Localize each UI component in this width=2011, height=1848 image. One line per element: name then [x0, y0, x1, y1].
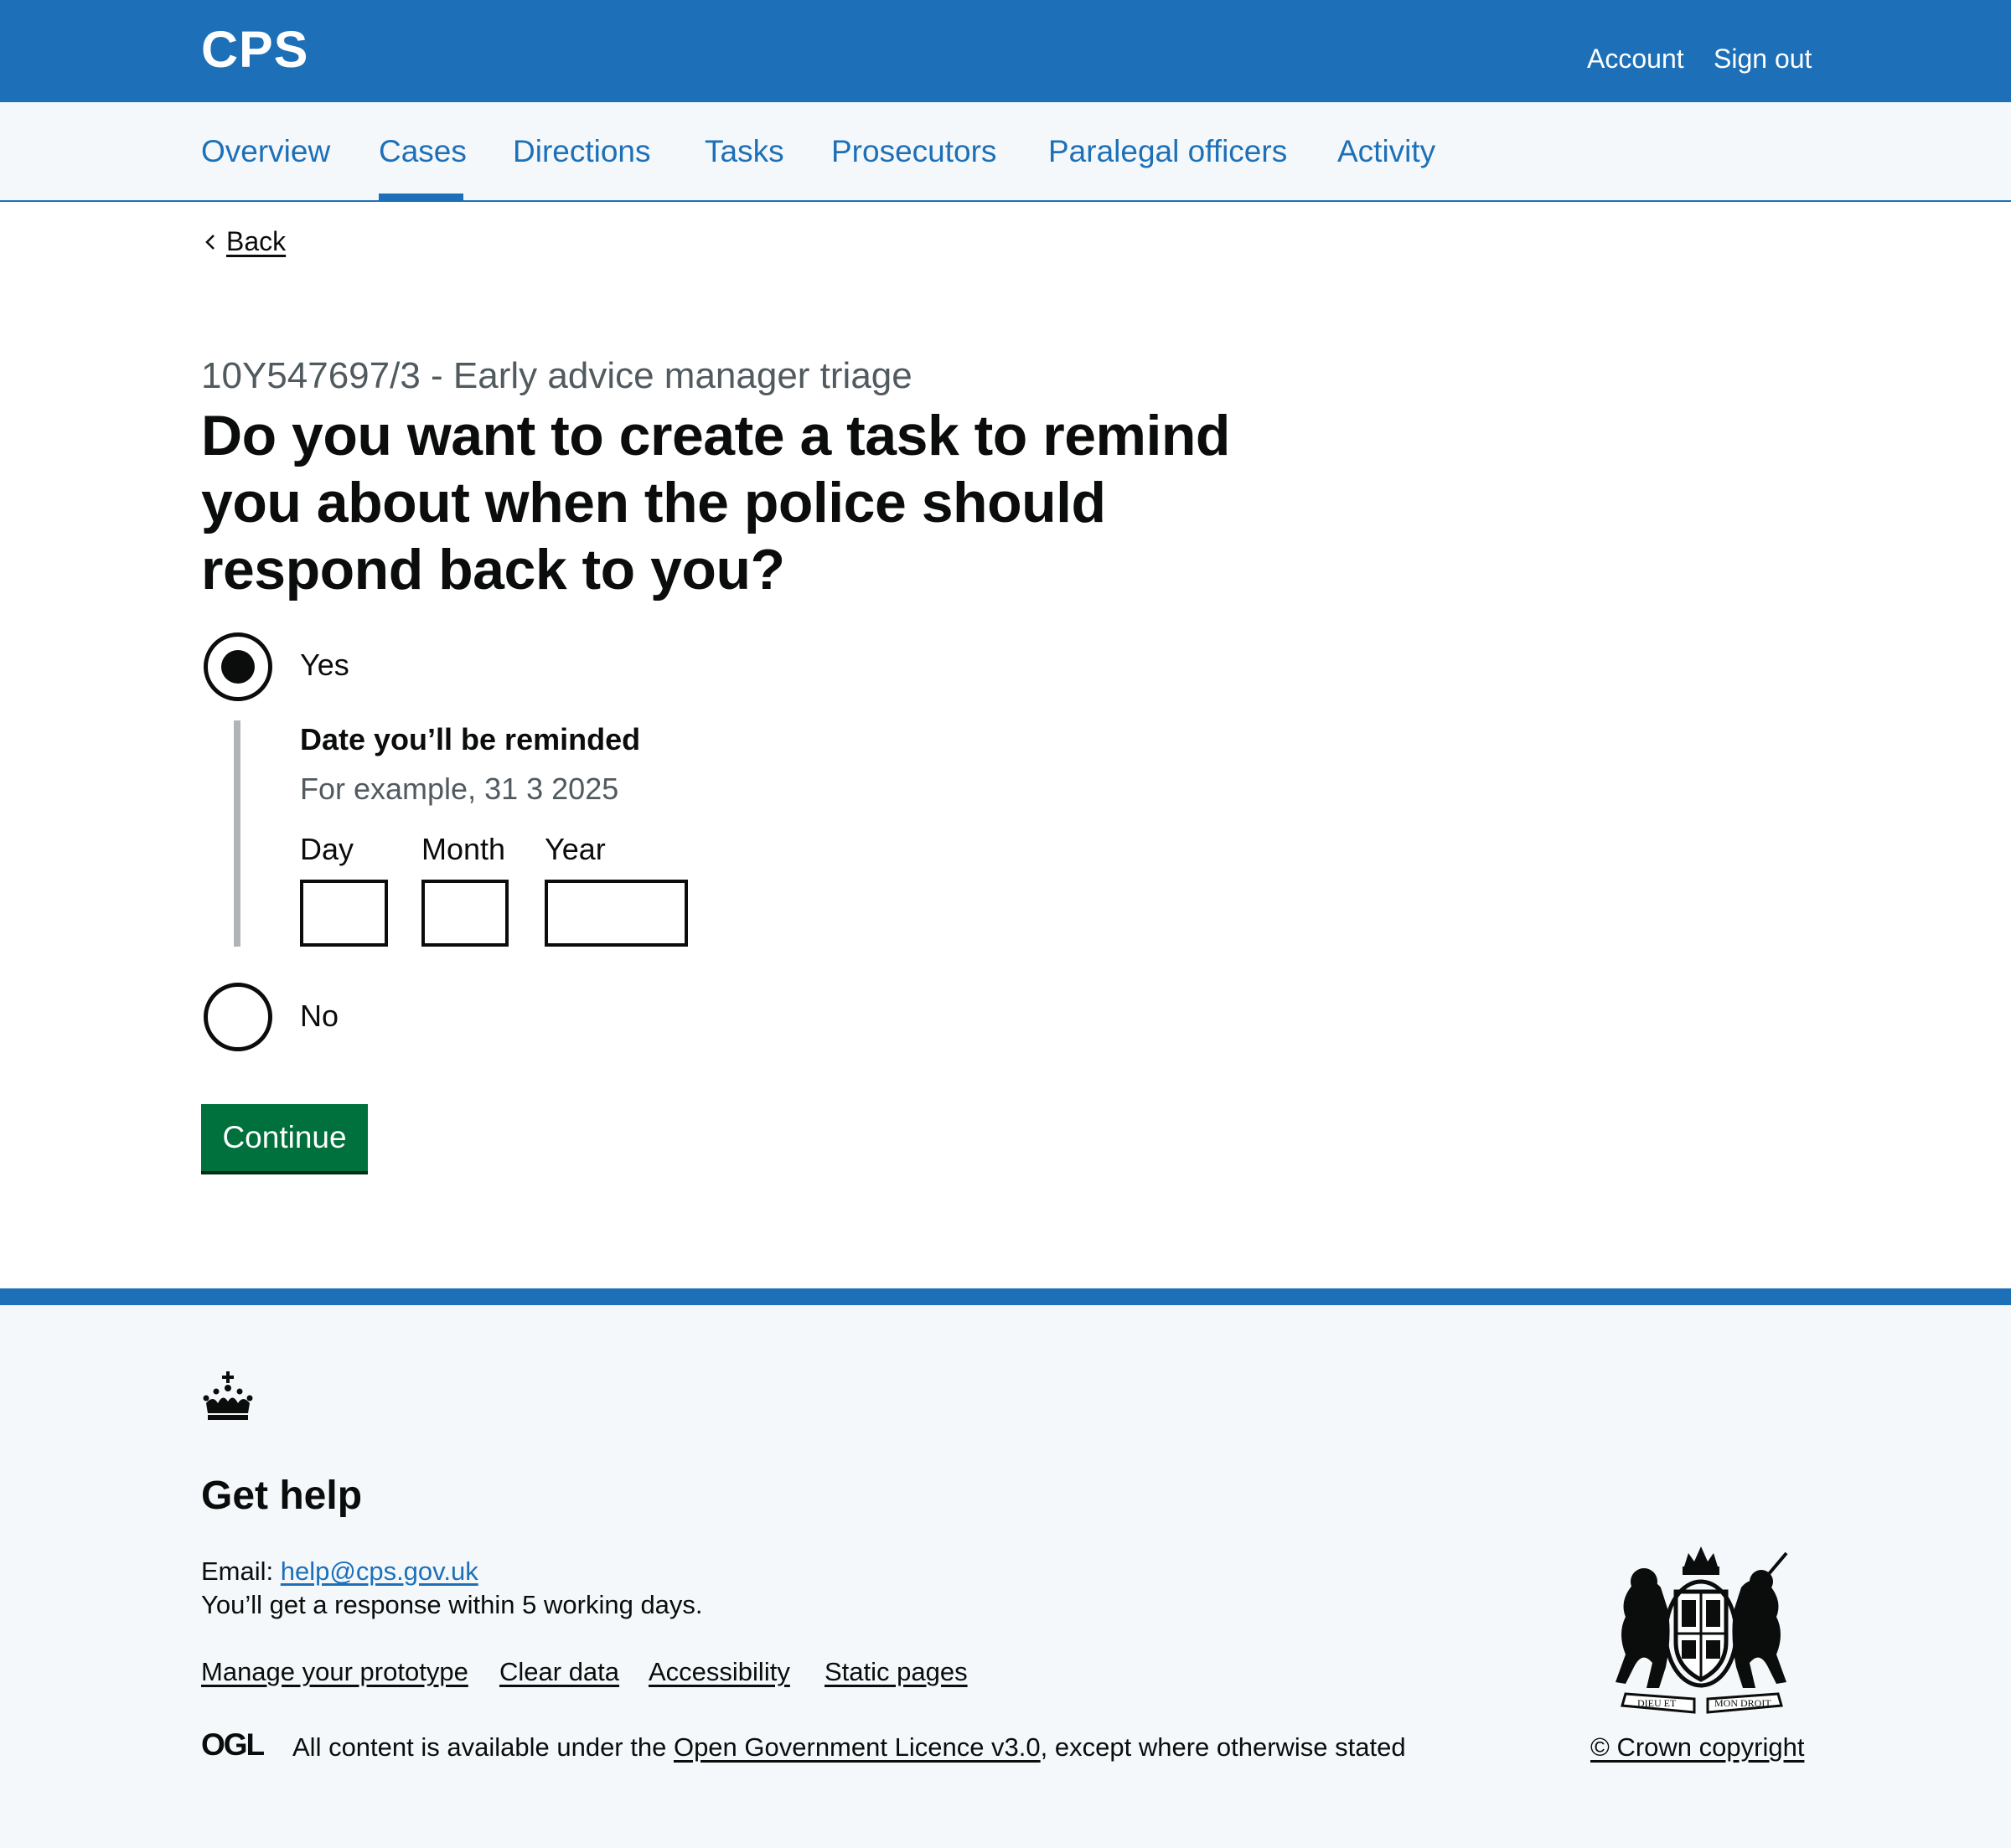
response-time-text: You’ll get a response within 5 working d…: [201, 1590, 703, 1619]
footer-link-static-pages[interactable]: Static pages: [825, 1657, 968, 1687]
back-link[interactable]: Back: [201, 226, 286, 257]
nav-item-directions[interactable]: Directions: [513, 134, 651, 169]
year-label: Year: [545, 832, 606, 866]
motto-right-text: MON DROIT: [1714, 1697, 1771, 1709]
month-input[interactable]: [421, 880, 509, 947]
radio-selected-dot: [221, 650, 255, 684]
site-header: CPS Account Sign out: [0, 0, 2011, 102]
nav-item-prosecutors[interactable]: Prosecutors: [831, 134, 996, 169]
case-caption: 10Y547697/3 - Early advice manager triag…: [201, 355, 912, 396]
nav-item-cases[interactable]: Cases: [379, 134, 467, 169]
radio-no[interactable]: [204, 983, 272, 1051]
radio-no-label[interactable]: No: [300, 999, 339, 1034]
year-input[interactable]: [545, 880, 688, 947]
footer-link-clear-data[interactable]: Clear data: [499, 1657, 619, 1687]
cps-logo[interactable]: CPS: [201, 20, 308, 79]
month-label: Month: [421, 832, 506, 866]
email-row: Email: help@cps.gov.uk: [201, 1556, 478, 1587]
ogl-logo-text: OGL: [201, 1729, 265, 1759]
nav-item-tasks[interactable]: Tasks: [705, 134, 784, 169]
open-government-licence-link[interactable]: Open Government Licence v3.0: [674, 1732, 1041, 1762]
day-input[interactable]: [300, 880, 388, 947]
licence-text: All content is available under the Open …: [292, 1732, 1406, 1763]
email-prefix: Email:: [201, 1556, 281, 1586]
conditional-reveal-bar: [234, 720, 240, 947]
page-title: Do you want to create a task to remind y…: [201, 404, 1230, 601]
motto-left-text: DIEU ET: [1637, 1697, 1677, 1709]
date-legend: Date you’ll be reminded: [300, 722, 641, 756]
get-help-heading: Get help: [201, 1474, 363, 1518]
day-label: Day: [300, 832, 354, 866]
account-link[interactable]: Account: [1587, 44, 1684, 75]
date-hint: For example, 31 3 2025: [300, 772, 619, 806]
licence-prefix: All content is available under the: [292, 1732, 674, 1762]
nav-item-overview[interactable]: Overview: [201, 134, 330, 169]
radio-yes[interactable]: [204, 632, 272, 701]
sign-out-link[interactable]: Sign out: [1714, 44, 1812, 75]
chevron-left-icon: [205, 234, 215, 250]
current-nav-indicator: [379, 194, 463, 201]
royal-coat-of-arms-icon: DIEU ET MON DROIT: [1616, 1546, 1788, 1714]
service-navigation: Overview Cases Directions Tasks Prosecut…: [0, 102, 2011, 202]
back-link-label: Back: [226, 226, 287, 256]
continue-button[interactable]: Continue: [201, 1104, 368, 1171]
nav-item-activity[interactable]: Activity: [1337, 134, 1435, 169]
ogl-logo-icon: OGL: [201, 1729, 266, 1759]
footer-link-accessibility[interactable]: Accessibility: [649, 1657, 790, 1687]
radio-yes-label[interactable]: Yes: [300, 648, 349, 683]
crown-copyright-link[interactable]: © Crown copyright: [1590, 1732, 1804, 1763]
licence-suffix: , except where otherwise stated: [1040, 1732, 1406, 1762]
help-email-link[interactable]: help@cps.gov.uk: [281, 1556, 478, 1586]
nav-item-paralegal-officers[interactable]: Paralegal officers: [1048, 134, 1287, 169]
footer-link-manage-prototype[interactable]: Manage your prototype: [201, 1657, 468, 1687]
crown-icon: [203, 1371, 253, 1420]
